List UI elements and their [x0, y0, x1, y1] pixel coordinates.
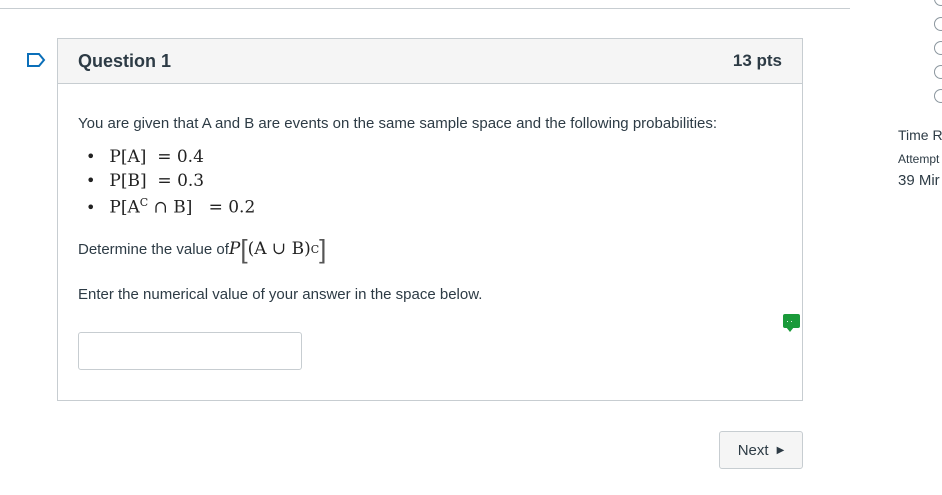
- probability-expr: P[A: [109, 197, 140, 218]
- question-points: 13 pts: [732, 51, 782, 70]
- determine-inner: (A ∪ B): [247, 239, 311, 259]
- question-nav-circle[interactable]: [934, 65, 942, 79]
- flag-outline-icon[interactable]: [26, 52, 46, 68]
- probability-value: = 0.2: [208, 197, 256, 218]
- probability-expr-tail: ∩ B]: [148, 197, 193, 218]
- probability-item: • P[AC ∩ B] = 0.2: [86, 196, 256, 218]
- probability-item: • P[B] = 0.3: [86, 171, 205, 191]
- attempt-label: Attempt: [898, 152, 940, 166]
- time-remaining-label: Time R: [898, 127, 942, 143]
- top-divider: [0, 8, 850, 9]
- probability-value: = 0.3: [157, 171, 205, 191]
- question-nav-circle[interactable]: [934, 89, 942, 103]
- next-button-label: Next: [737, 441, 769, 459]
- probability-expr: P[A]: [109, 147, 147, 167]
- question-nav-circle[interactable]: [934, 17, 942, 31]
- question-header: Question 1 13 pts: [58, 39, 802, 84]
- probability-item: • P[A] = 0.4: [86, 147, 204, 167]
- question-nav-circle[interactable]: [934, 0, 942, 6]
- probability-value: = 0.4: [157, 147, 204, 167]
- answer-input[interactable]: [78, 332, 302, 370]
- next-button[interactable]: Next ▶: [719, 431, 803, 469]
- caret-right-icon: ▶: [776, 444, 785, 456]
- probability-expr: P[B]: [109, 171, 147, 191]
- minutes-remaining: 39 Mir: [898, 172, 940, 189]
- answer-instruction: Enter the numerical value of your answer…: [78, 286, 483, 303]
- question-prompt: You are given that A and B are events on…: [78, 115, 718, 132]
- question-title: Question 1: [78, 50, 172, 71]
- green-comment-icon[interactable]: ··: [783, 314, 800, 332]
- question-card: Question 1 13 pts You are given that A a…: [57, 38, 803, 401]
- question-nav-circle[interactable]: [934, 41, 942, 55]
- determine-text: Determine the value of: [78, 240, 229, 258]
- determine-math-p: P: [228, 239, 241, 259]
- determine-superscript: C: [310, 242, 320, 256]
- determine-line: Determine the value of P [ (A ∪ B) C ]: [78, 234, 327, 264]
- complement-superscript: C: [139, 196, 149, 209]
